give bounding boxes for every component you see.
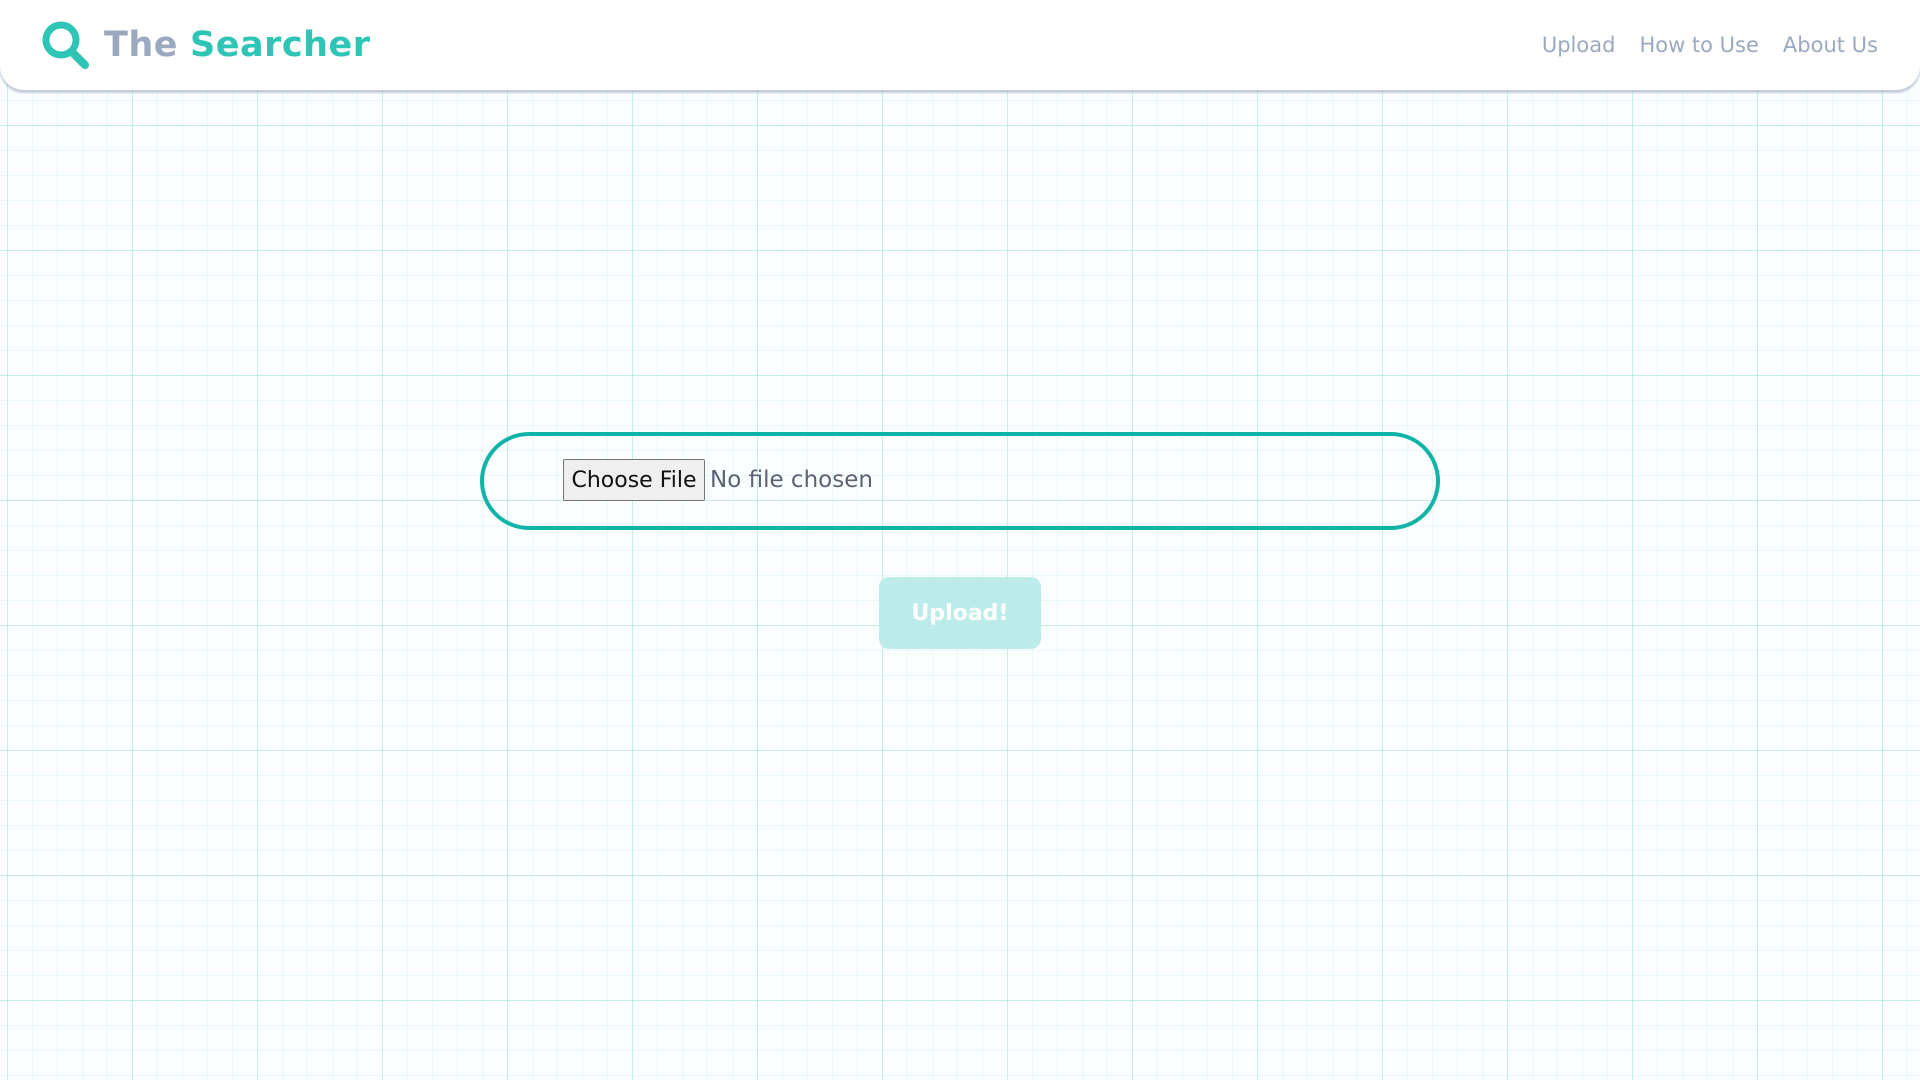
brand-name-searcher: Searcher	[190, 24, 371, 65]
nav-link-about-us[interactable]: About Us	[1783, 33, 1878, 57]
file-input-container: Choose File No file chosen	[480, 432, 1440, 530]
search-icon	[42, 21, 89, 69]
brand-name: The Searcher	[104, 24, 371, 65]
brand-name-the: The	[104, 24, 179, 65]
navbar: The Searcher Upload How to Use About Us	[0, 0, 1920, 90]
brand-logo[interactable]: The Searcher	[40, 18, 371, 72]
nav-link-upload[interactable]: Upload	[1542, 33, 1616, 57]
file-status-text: No file chosen	[710, 467, 873, 493]
nav-links: Upload How to Use About Us	[1518, 0, 1878, 90]
nav-link-how-to-use[interactable]: How to Use	[1639, 33, 1758, 57]
choose-file-button[interactable]: Choose File	[563, 459, 705, 501]
upload-button[interactable]: Upload!	[879, 577, 1041, 649]
